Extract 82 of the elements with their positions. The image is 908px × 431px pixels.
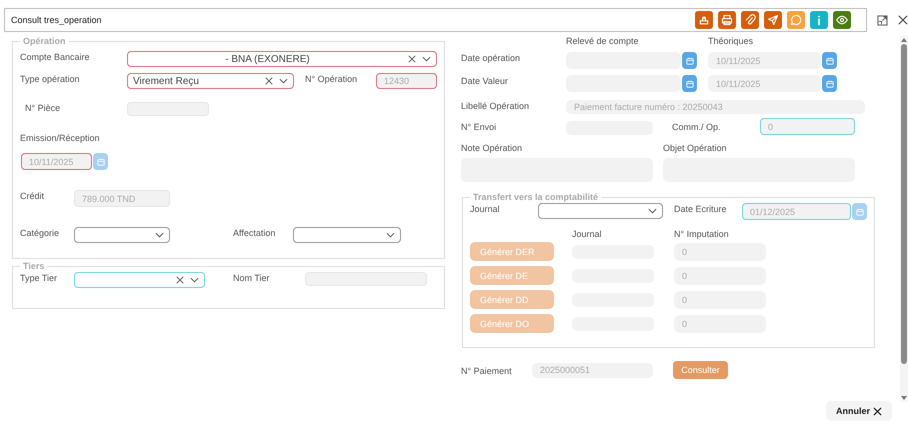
field-label: Date opération <box>461 52 522 63</box>
expand-icon[interactable] <box>877 14 888 26</box>
chevron-icon <box>386 232 395 238</box>
column-header: Journal <box>572 229 603 239</box>
calendar-icon <box>826 80 834 88</box>
field-label: Compte Bancaire <box>20 51 91 62</box>
section-legend: Tiers <box>20 261 48 271</box>
credit-field[interactable]: 789.000 TND <box>74 190 170 207</box>
window-title: Consult tres_operation <box>11 15 102 25</box>
field-label: Crédit <box>20 190 46 201</box>
column-header: Relevé de compte <box>566 36 640 46</box>
commission-field[interactable]: 0 <box>760 118 855 135</box>
category-select[interactable] <box>74 227 170 243</box>
bank-account-select[interactable]: - BNA (EXONERE) <box>127 51 437 67</box>
field-label: Journal <box>470 203 501 214</box>
operation-type-select[interactable]: Virement Reçu <box>127 73 294 89</box>
field-label: Libellé Opération <box>461 100 530 111</box>
field-label: Catégorie <box>20 227 60 238</box>
chat-icon <box>790 14 802 26</box>
section-legend: Transfert vers la comptabilité <box>470 192 602 202</box>
close-icon[interactable] <box>898 15 908 25</box>
chevron-icon <box>648 208 657 214</box>
calendar-icon <box>856 208 864 216</box>
printer-icon <box>721 14 734 26</box>
third-party-name-field[interactable] <box>305 272 427 286</box>
calendar-icon <box>686 80 694 88</box>
consult-button[interactable]: Consulter <box>673 361 728 379</box>
calendar-icon <box>96 158 104 166</box>
send-icon <box>767 14 780 26</box>
eye-icon <box>836 14 848 26</box>
eye-button[interactable] <box>833 11 852 29</box>
clear-icon[interactable] <box>265 77 273 85</box>
label-field[interactable]: Paiement facture numéro : 20250043 <box>566 100 865 114</box>
stamp-icon <box>698 14 710 26</box>
chevron-icon <box>190 277 199 283</box>
clear-icon[interactable] <box>408 55 416 63</box>
close-icon <box>873 406 882 416</box>
date-field[interactable] <box>566 52 681 69</box>
cancel-button[interactable]: Annuler <box>826 401 892 421</box>
field-label: N° Envoi <box>461 121 498 132</box>
field-label: Type opération <box>20 73 81 84</box>
date-field[interactable]: 10/11/2025 <box>708 75 821 92</box>
field-label: Objet Opération <box>663 142 727 153</box>
calendar-icon <box>686 56 694 64</box>
stamp-button[interactable] <box>695 11 714 29</box>
date-field[interactable] <box>566 75 681 92</box>
date-field[interactable]: 10/11/2025 <box>708 52 821 69</box>
field-label: Date Valeur <box>461 75 509 86</box>
chevron-icon <box>155 232 164 238</box>
chat-button[interactable] <box>787 11 806 29</box>
field-label: Affectation <box>233 227 276 238</box>
chevron-icon <box>422 56 431 62</box>
chevron-icon <box>279 78 288 84</box>
clip-button[interactable] <box>741 11 760 29</box>
field-label: Nom Tier <box>233 272 271 283</box>
clear-icon[interactable] <box>176 276 184 284</box>
calendar-button[interactable] <box>682 75 697 92</box>
field-label: Type Tier <box>20 272 58 283</box>
field-label: N° Opération <box>305 73 358 84</box>
field-label: Note Opération <box>461 142 524 153</box>
document-number-field[interactable] <box>127 102 209 116</box>
calendar-button[interactable] <box>822 52 837 69</box>
field-label: Emission/Réception <box>20 132 100 143</box>
column-header: N° Imputation <box>674 229 729 239</box>
journal-select[interactable] <box>538 203 663 219</box>
field-label: N° Paiement <box>461 364 513 376</box>
calendar-button[interactable] <box>822 75 837 92</box>
info-button[interactable] <box>810 11 828 29</box>
scroll-bar[interactable] <box>900 36 908 402</box>
calendar-button[interactable] <box>682 52 697 69</box>
print-button[interactable] <box>718 11 736 29</box>
paperclip-icon <box>744 14 756 26</box>
section-legend: Opération <box>20 36 69 46</box>
field-label: Date Ecriture <box>674 203 728 214</box>
field-label: N° Pièce <box>25 102 62 113</box>
column-header: Théoriques <box>708 36 754 46</box>
operation-number-field[interactable]: 12430 <box>376 73 437 89</box>
field-label: Comm./ Op. <box>672 121 722 132</box>
send-button[interactable] <box>764 11 782 29</box>
calendar-icon <box>826 56 834 64</box>
assignment-select[interactable] <box>293 227 401 243</box>
payment-number-field[interactable]: 2025000051 <box>532 362 653 378</box>
